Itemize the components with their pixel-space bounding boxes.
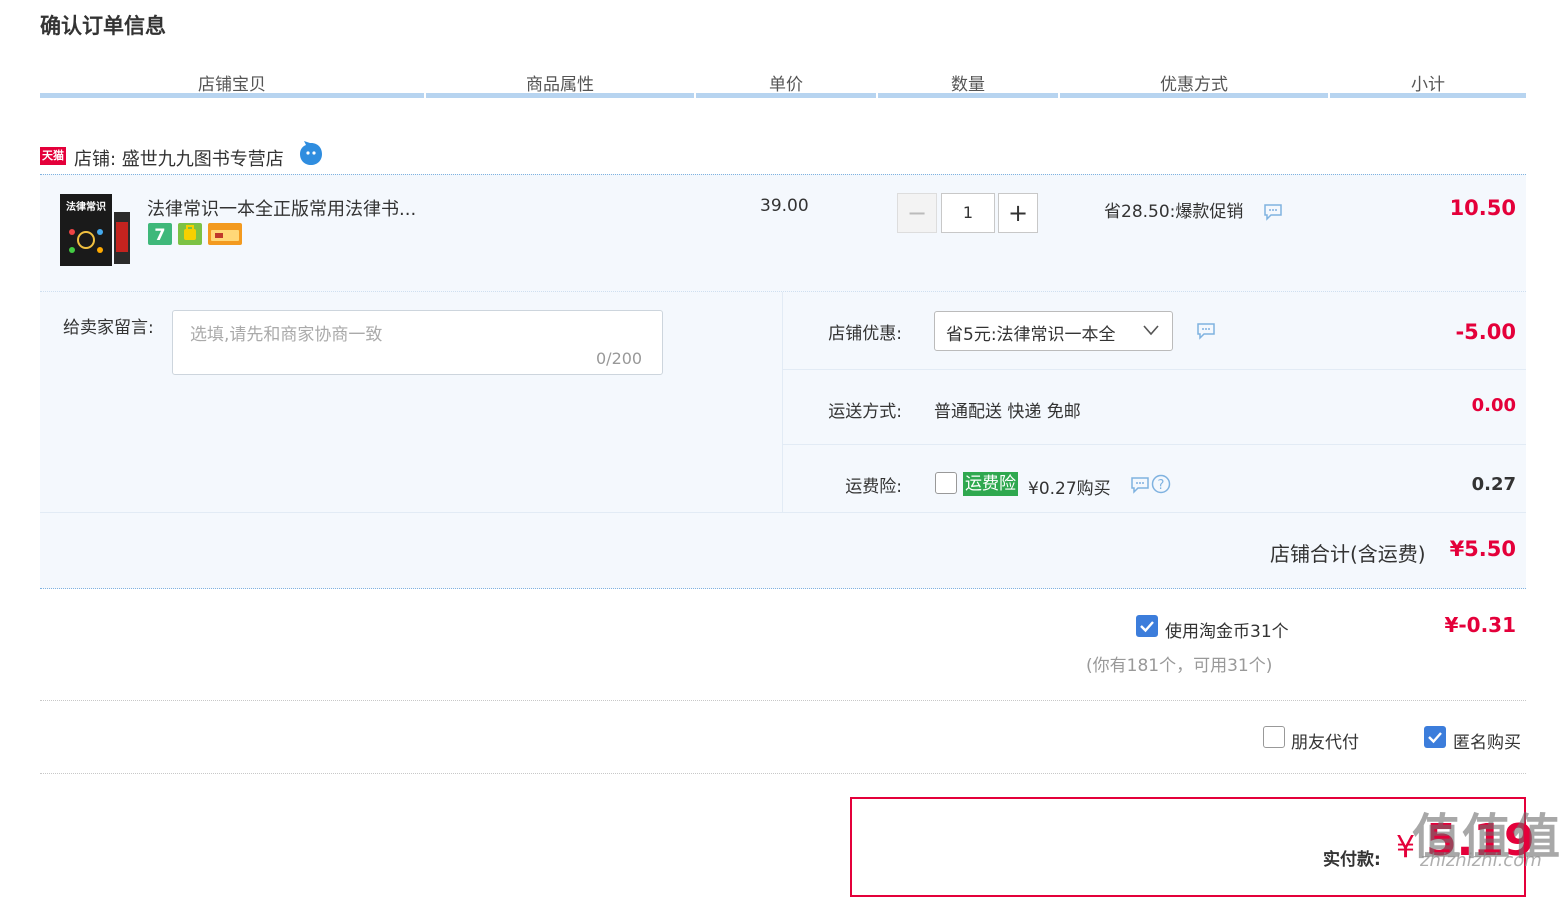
tmall-icon: 天猫 [40,147,66,165]
guarantee-icon [178,223,202,245]
comment-icon[interactable] [1130,476,1150,494]
book-cover-title: 法律常识 [66,200,106,213]
header-bar [878,93,1058,98]
header-bar [1060,93,1328,98]
shipping-method: 普通配送 快递 免邮 [934,402,1081,422]
chevron-down-icon [1143,325,1159,336]
row-divider [783,369,1526,370]
quantity-input[interactable]: 1 [941,193,995,233]
anonymous-checkbox[interactable] [1424,726,1446,748]
row-divider [40,512,1526,513]
divider [40,773,1526,774]
divider [40,700,1526,701]
shop-name[interactable]: 店铺: 盛世九九图书专营店 [74,145,284,171]
column-header-attributes: 商品属性 [526,75,594,95]
svg-text:7: 7 [154,225,165,244]
coin-amount: ¥-0.31 [1444,613,1516,637]
quantity-increase-button[interactable]: + [998,193,1038,233]
seven-day-return-icon: 7 [148,223,172,245]
anonymous-label[interactable]: 匿名购买 [1453,728,1521,753]
column-header-subtotal: 小计 [1411,75,1445,95]
quantity-decrease-button[interactable]: − [897,193,937,233]
coin-checkbox[interactable] [1136,615,1158,637]
product-title[interactable]: 法律常识一本全正版常用法律书... [147,195,416,221]
unit-price: 39.00 [760,196,809,216]
friend-pay-label[interactable]: 朋友代付 [1291,728,1359,753]
chat-wangwang-icon[interactable] [298,141,324,167]
message-placeholder: 选填,请先和商家协商一致 [190,325,383,345]
coin-note: (你有181个，可用31个) [1086,656,1273,676]
message-label: 给卖家留言: [63,318,154,338]
product-image[interactable]: 法律常识 [58,192,132,268]
coin-label: 使用淘金币31个 [1165,622,1289,642]
column-header-discount: 优惠方式 [1160,75,1228,95]
header-bar [426,93,694,98]
insurance-price: ¥0.27购买 [1028,479,1111,499]
insurance-label: 运费险: [845,477,902,497]
comment-icon[interactable] [1196,322,1216,340]
column-header-quantity: 数量 [951,75,985,95]
insurance-tag: 运费险 [963,472,1018,496]
shop-total-label: 店铺合计(含运费) [1270,542,1426,566]
insurance-amount: 0.27 [1471,474,1516,495]
header-bar [40,93,424,98]
shipping-label: 运送方式: [828,402,902,422]
row-divider [783,444,1526,445]
column-header-item: 店铺宝贝 [198,75,266,95]
page-title: 确认订单信息 [40,14,166,38]
svg-text:?: ? [1158,478,1165,493]
credit-card-icon [208,223,242,245]
message-char-count: 0/200 [596,349,643,368]
comment-icon[interactable] [1263,203,1283,221]
shop-discount-selected: 省5元:法律常识一本全 [946,325,1116,345]
order-item-row [40,174,1526,292]
friend-pay-checkbox[interactable] [1263,726,1285,748]
promotion-text: 省28.50:爆款促销 [1104,202,1244,222]
column-header-unit-price: 单价 [769,75,803,95]
shop-total-value: ¥5.50 [1449,537,1516,561]
header-bar [696,93,876,98]
payment-label: 实付款: [1323,850,1381,870]
header-bar [1330,93,1526,98]
item-subtotal: 10.50 [1449,196,1516,220]
watermark-text: zhizhizhi.com [1420,850,1542,871]
insurance-checkbox[interactable] [935,472,957,494]
help-icon[interactable]: ? [1151,474,1171,494]
shop-discount-amount: -5.00 [1455,320,1516,344]
shipping-amount: 0.00 [1471,395,1516,416]
shop-discount-label: 店铺优惠: [828,324,902,344]
